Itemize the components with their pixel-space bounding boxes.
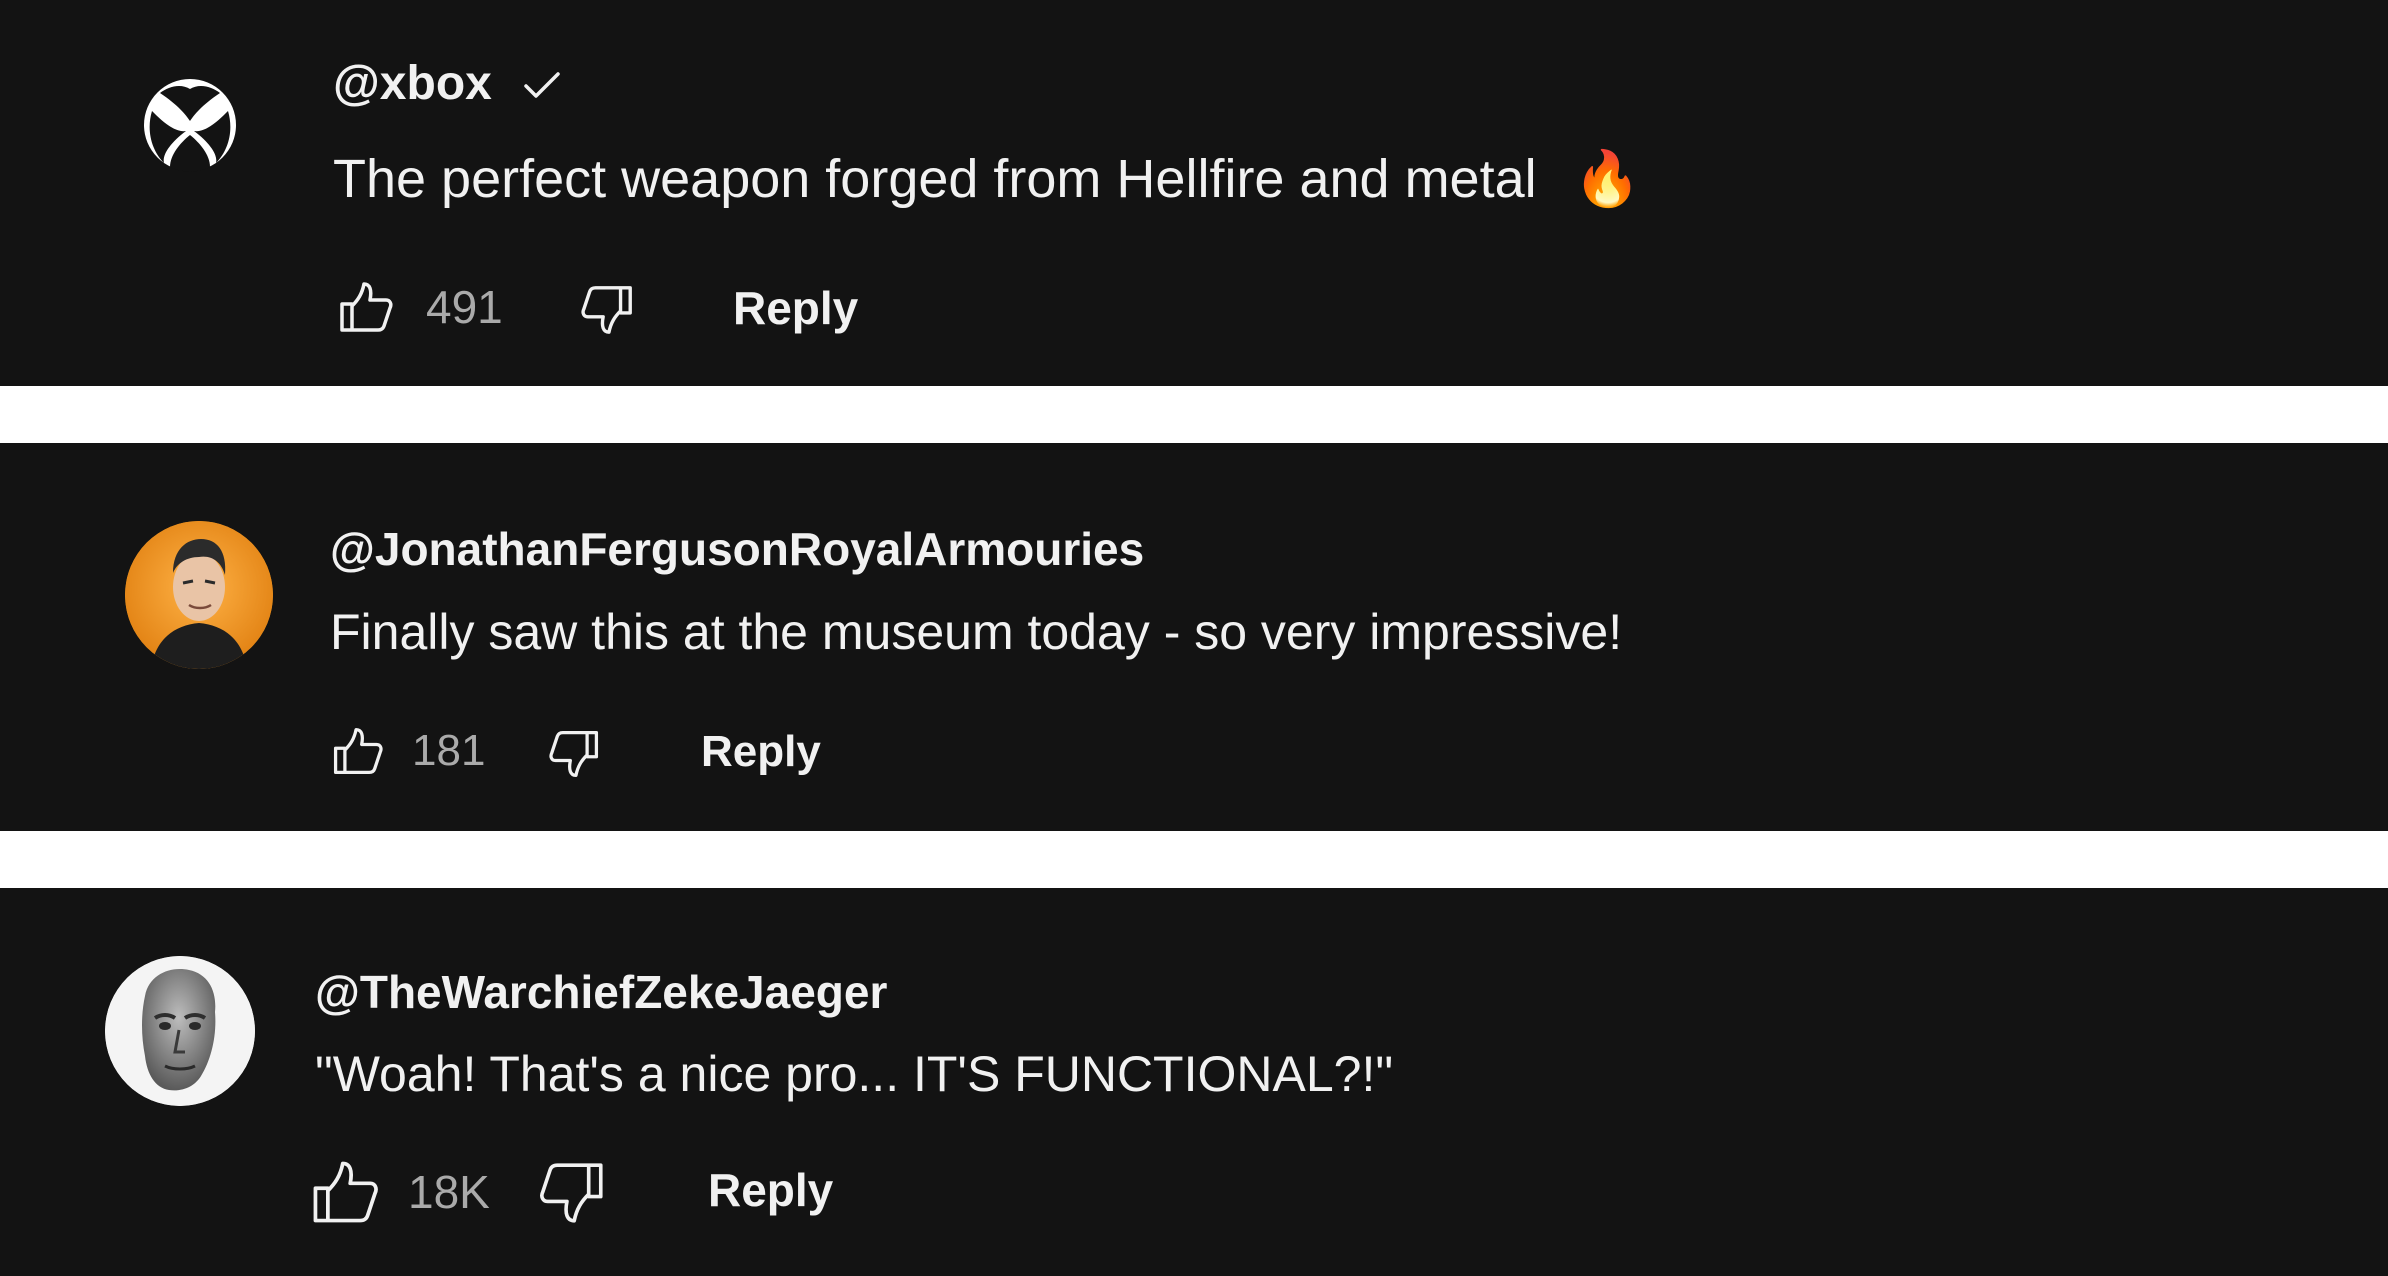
stone-statue-avatar [105,956,255,1106]
reply-button[interactable]: Reply [708,1164,833,1216]
like-count: 491 [426,281,503,333]
thumbs-up-icon [333,727,383,775]
reply-button[interactable]: Reply [733,282,858,334]
thumbs-down-icon [540,1163,603,1223]
author-handle[interactable]: @TheWarchiefZekeJaeger [315,964,887,1020]
reply-button[interactable]: Reply [701,727,821,777]
avatar[interactable] [105,956,255,1106]
thumbs-up-icon [313,1161,378,1223]
like-button[interactable]: 18K [308,1156,490,1228]
comment-text: "Woah! That's a nice pro... IT'S FUNCTIO… [315,1046,1394,1102]
comment-author[interactable]: @xbox [333,54,561,114]
xbox-logo-icon [144,79,236,172]
verified-check-icon [524,72,560,99]
comment-text: Finally saw this at the museum today - s… [330,604,1623,660]
comment-card: @JonathanFergusonRoyalArmouries Finally … [0,443,2388,831]
comment-text-row: The perfect weapon forged from Hellfire … [333,148,1641,210]
like-button[interactable]: 181 [330,724,485,778]
thumbs-down-icon [581,286,632,334]
avatar[interactable] [140,75,240,175]
dislike-button[interactable] [580,282,636,338]
dislike-button[interactable] [538,1158,608,1228]
author-handle[interactable]: @JonathanFergusonRoyalArmouries [330,521,1144,577]
comment-text: The perfect weapon forged from Hellfire … [333,149,1537,209]
dislike-button[interactable] [548,727,602,781]
thumbs-up-icon [340,282,393,332]
author-handle: @xbox [333,57,492,110]
cartoon-man-avatar [125,521,273,669]
like-button[interactable]: 491 [336,278,503,336]
avatar[interactable] [125,521,273,669]
fire-emoji-icon: 🔥 [1573,149,1641,209]
like-count: 18K [408,1166,490,1218]
thumbs-down-icon [549,730,599,778]
comment-card: @xbox The perfect weapon forged from Hel… [0,0,2388,386]
comment-card: @TheWarchiefZekeJaeger "Woah! That's a n… [0,888,2388,1276]
like-count: 181 [412,726,486,775]
